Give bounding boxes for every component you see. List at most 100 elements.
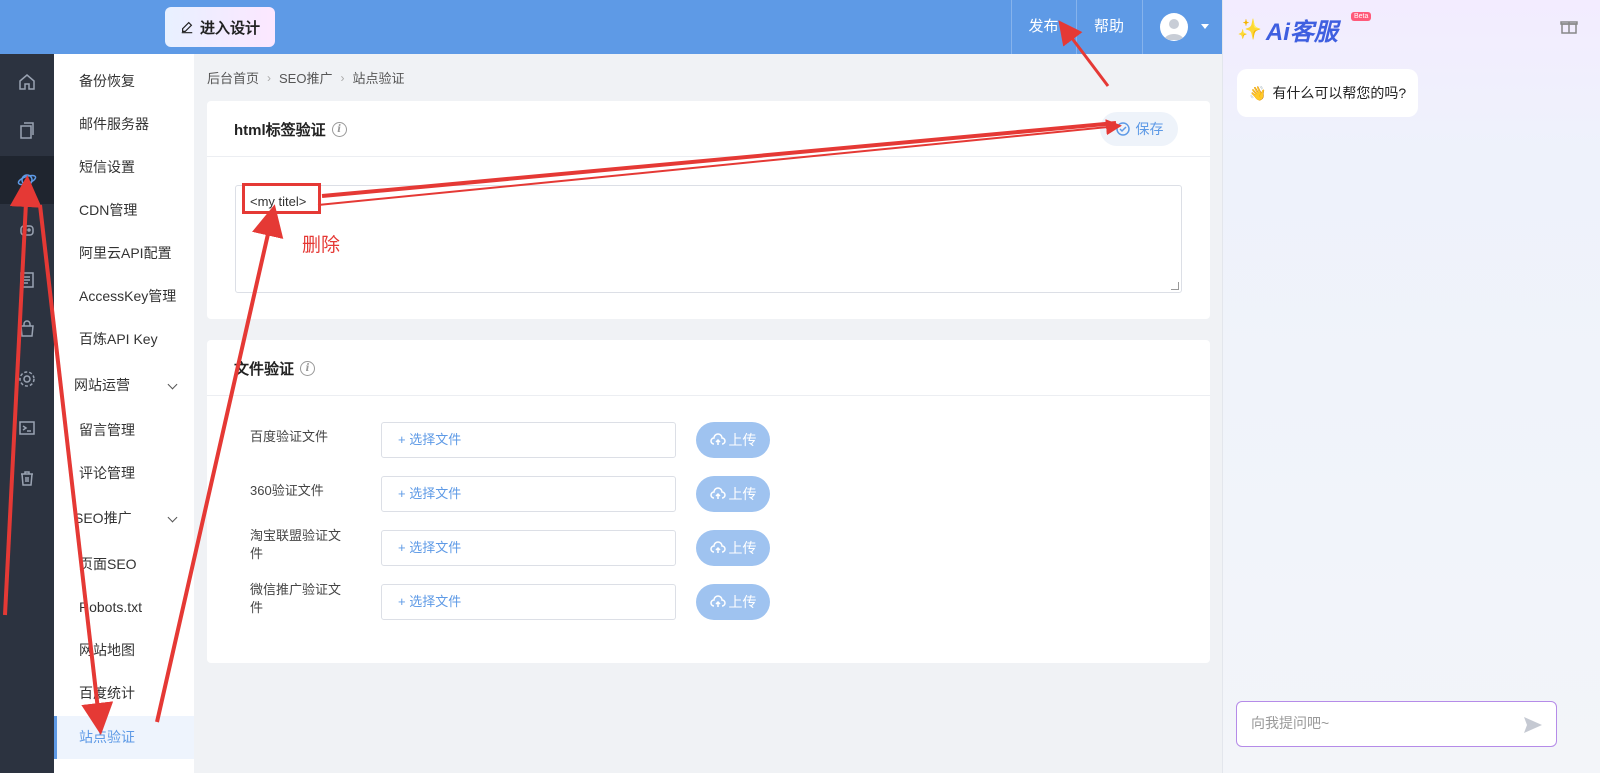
sparkle-icon: ✨ bbox=[1237, 19, 1262, 41]
menu-item-bailian-key[interactable]: 百炼API Key bbox=[54, 318, 194, 361]
rail-robot[interactable] bbox=[0, 206, 54, 254]
menu-item-sitemap[interactable]: 网站地图 bbox=[54, 629, 194, 672]
menu-item-accesskey[interactable]: AccessKey管理 bbox=[54, 275, 194, 318]
rail-seo[interactable] bbox=[0, 156, 54, 204]
menu-group-label: SEO推广 bbox=[74, 510, 132, 526]
html-tag-textarea[interactable]: <my titel> bbox=[235, 185, 1182, 293]
rail-home[interactable] bbox=[0, 58, 54, 106]
secondary-menu: 备份恢复 邮件服务器 短信设置 CDN管理 阿里云API配置 AccessKey… bbox=[54, 54, 194, 773]
menu-item-aliyun-api[interactable]: 阿里云API配置 bbox=[54, 232, 194, 275]
top-bar: 进入设计 发布 帮助 bbox=[0, 0, 1222, 54]
menu-item-robots[interactable]: Robots.txt bbox=[54, 586, 194, 629]
bag-icon bbox=[20, 320, 34, 337]
menu-item-sms[interactable]: 短信设置 bbox=[54, 146, 194, 189]
menu-item-mail-server[interactable]: 邮件服务器 bbox=[54, 103, 194, 146]
file-label: 百度验证文件 bbox=[250, 429, 329, 444]
file-label: 微信推广验证文件 bbox=[250, 582, 342, 615]
choose-file-button[interactable]: + 选择文件 bbox=[381, 584, 676, 620]
breadcrumb-parent[interactable]: SEO推广 bbox=[279, 68, 332, 87]
upload-button[interactable]: 上传 bbox=[696, 476, 770, 512]
upload-label: 上传 bbox=[728, 594, 757, 610]
copy-icon bbox=[20, 122, 34, 139]
save-label: 保存 bbox=[1135, 121, 1164, 137]
resize-handle[interactable] bbox=[1171, 282, 1179, 290]
card-title: 文件验证 i bbox=[234, 358, 316, 379]
check-circle-icon bbox=[1115, 122, 1130, 136]
greeting-text: 有什么可以帮您的吗? bbox=[1272, 85, 1407, 101]
upload-button[interactable]: 上传 bbox=[696, 530, 770, 566]
cloud-upload-icon bbox=[709, 541, 726, 553]
info-icon[interactable]: i bbox=[300, 361, 316, 376]
document-icon bbox=[20, 272, 34, 288]
file-label: 淘宝联盟验证文件 bbox=[250, 528, 342, 561]
save-button[interactable]: 保存 bbox=[1100, 112, 1178, 146]
card-title: html标签验证 i bbox=[234, 119, 347, 140]
menu-item-cdn[interactable]: CDN管理 bbox=[54, 189, 194, 232]
robot-icon bbox=[20, 225, 34, 236]
menu-item-messages[interactable]: 留言管理 bbox=[54, 409, 194, 452]
menu-item-comments[interactable]: 评论管理 bbox=[54, 452, 194, 495]
terminal-icon bbox=[19, 421, 35, 435]
menu-item-baidu-stats[interactable]: 百度统计 bbox=[54, 672, 194, 715]
file-label: 360验证文件 bbox=[250, 483, 324, 498]
icon-rail bbox=[0, 54, 54, 773]
choose-file-button[interactable]: + 选择文件 bbox=[381, 476, 676, 512]
send-icon[interactable] bbox=[1522, 714, 1544, 736]
breadcrumb: 后台首页 › SEO推广 › 站点验证 bbox=[207, 68, 405, 87]
annotation-box bbox=[242, 183, 321, 214]
ai-logo: ✨ Ai客服 Beta bbox=[1237, 12, 1372, 47]
chevron-right-icon: › bbox=[340, 70, 345, 85]
publish-link[interactable]: 发布 bbox=[1011, 0, 1076, 54]
choose-file-button[interactable]: + 选择文件 bbox=[381, 530, 676, 566]
upload-label: 上传 bbox=[728, 486, 757, 502]
avatar[interactable] bbox=[1160, 13, 1188, 41]
cloud-upload-icon bbox=[709, 433, 726, 445]
user-icon bbox=[1164, 19, 1184, 40]
upload-button[interactable]: 上传 bbox=[696, 422, 770, 458]
ai-input-box[interactable] bbox=[1236, 701, 1557, 747]
rail-settings[interactable] bbox=[0, 355, 54, 403]
menu-group-label: 网站运营 bbox=[74, 377, 130, 393]
breadcrumb-current: 站点验证 bbox=[352, 71, 405, 86]
logo-area bbox=[0, 0, 155, 54]
gift-icon[interactable] bbox=[1560, 17, 1578, 35]
rail-trash[interactable] bbox=[0, 454, 54, 502]
gear-icon bbox=[19, 371, 35, 387]
card-header: html标签验证 i 保存 bbox=[207, 101, 1210, 157]
breadcrumb-home[interactable]: 后台首页 bbox=[207, 68, 259, 87]
chevron-down-icon[interactable] bbox=[1201, 24, 1209, 29]
ai-logo-text: Ai客服 bbox=[1265, 19, 1338, 46]
rail-terminal[interactable] bbox=[0, 404, 54, 452]
help-link[interactable]: 帮助 bbox=[1076, 0, 1142, 54]
choose-file-label: 选择文件 bbox=[409, 594, 462, 609]
ai-question-input[interactable] bbox=[1251, 715, 1511, 731]
ai-assistant-panel: ✨ Ai客服 Beta 👋 有什么可以帮您的吗? bbox=[1222, 0, 1600, 773]
cloud-upload-icon bbox=[709, 487, 726, 499]
menu-item-page-seo[interactable]: 页面SEO bbox=[54, 543, 194, 586]
home-icon bbox=[19, 74, 35, 90]
menu-group-seo[interactable]: SEO推广 bbox=[54, 497, 194, 540]
chevron-down-icon bbox=[167, 512, 178, 523]
annotation-delete-note: 删除 bbox=[302, 235, 341, 256]
menu-group-ops[interactable]: 网站运营 bbox=[54, 364, 194, 407]
rail-pages[interactable] bbox=[0, 107, 54, 155]
choose-file-button[interactable]: + 选择文件 bbox=[381, 422, 676, 458]
chevron-down-icon bbox=[167, 379, 178, 390]
choose-file-label: 选择文件 bbox=[409, 432, 462, 447]
card-header: 文件验证 i bbox=[207, 340, 1210, 396]
rail-articles[interactable] bbox=[0, 256, 54, 304]
ai-greeting-bubble: 👋 有什么可以帮您的吗? bbox=[1237, 69, 1419, 117]
html-tag-title: html标签验证 bbox=[234, 122, 326, 139]
trash-icon bbox=[21, 471, 33, 486]
beta-badge: Beta bbox=[1351, 12, 1372, 21]
enter-design-button[interactable]: 进入设计 bbox=[165, 7, 275, 47]
info-icon[interactable]: i bbox=[331, 122, 347, 137]
upload-button[interactable]: 上传 bbox=[696, 584, 770, 620]
menu-item-backup[interactable]: 备份恢复 bbox=[54, 60, 194, 103]
rail-shop[interactable] bbox=[0, 305, 54, 353]
enter-design-label: 进入设计 bbox=[199, 19, 260, 37]
edit-icon bbox=[181, 21, 193, 34]
planet-icon bbox=[17, 174, 37, 186]
menu-item-site-verify[interactable]: 站点验证 bbox=[54, 716, 194, 759]
cloud-upload-icon bbox=[709, 595, 726, 607]
